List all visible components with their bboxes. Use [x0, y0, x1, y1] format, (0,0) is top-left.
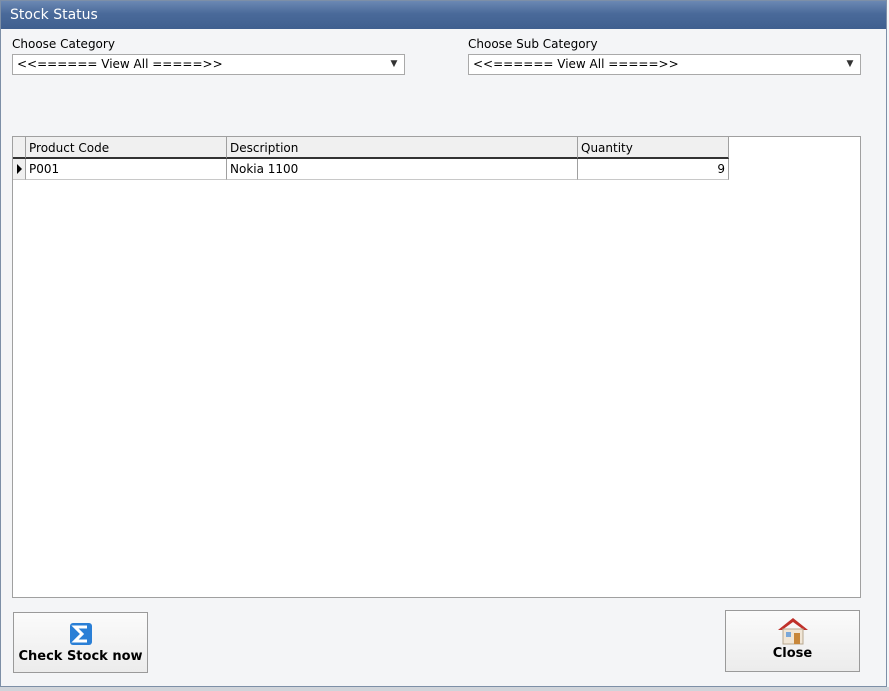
- row-pointer-icon: [17, 164, 22, 174]
- category-select[interactable]: <<====== View All =====>> ▼: [12, 54, 405, 75]
- stock-status-window: Stock Status Choose Category <<====== Vi…: [0, 0, 887, 687]
- column-header-description[interactable]: Description: [227, 137, 578, 159]
- window-title: Stock Status: [1, 1, 886, 29]
- table-row[interactable]: P001 Nokia 1100 9: [13, 159, 729, 180]
- home-icon: [777, 618, 808, 645]
- chevron-down-icon[interactable]: ▼: [843, 55, 857, 74]
- subcategory-select-value: <<====== View All =====>>: [473, 57, 679, 71]
- category-label: Choose Category: [12, 37, 115, 51]
- stock-grid[interactable]: Product Code Description Quantity P001 N…: [12, 136, 861, 598]
- taskbar-edge: [0, 687, 889, 691]
- check-stock-label: Check Stock now: [18, 649, 143, 664]
- cell-product-code[interactable]: P001: [26, 159, 227, 180]
- subcategory-select[interactable]: <<====== View All =====>> ▼: [468, 54, 861, 75]
- subcategory-label: Choose Sub Category: [468, 37, 598, 51]
- category-select-value: <<====== View All =====>>: [17, 57, 223, 71]
- row-header-corner: [13, 137, 26, 159]
- check-stock-button[interactable]: Check Stock now: [13, 612, 148, 673]
- chevron-down-icon[interactable]: ▼: [387, 55, 401, 74]
- cell-quantity[interactable]: 9: [578, 159, 729, 180]
- sigma-icon: [69, 623, 92, 645]
- column-header-product-code[interactable]: Product Code: [26, 137, 227, 159]
- cell-description[interactable]: Nokia 1100: [227, 159, 578, 180]
- grid-header-row: Product Code Description Quantity: [13, 137, 729, 159]
- close-button[interactable]: Close: [725, 610, 860, 672]
- column-header-quantity[interactable]: Quantity: [578, 137, 729, 159]
- current-row-indicator[interactable]: [13, 159, 26, 180]
- close-label: Close: [772, 646, 813, 661]
